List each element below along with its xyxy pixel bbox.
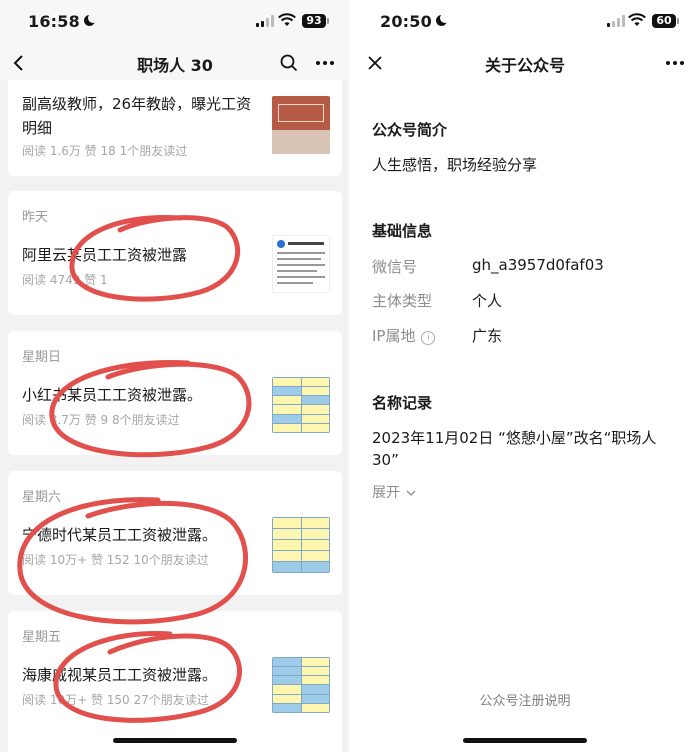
entity-type-label: 主体类型 bbox=[372, 292, 433, 310]
article-thumbnail bbox=[272, 377, 330, 433]
wifi-icon bbox=[628, 13, 646, 26]
moon-icon bbox=[435, 13, 450, 26]
day-label: 昨天 bbox=[22, 210, 49, 225]
nav-bar: 关于公众号 bbox=[350, 44, 700, 80]
day-label: 星期六 bbox=[22, 490, 62, 505]
article-title: 副高级教师，26年教龄，曝光工资明细 bbox=[22, 95, 252, 137]
article-card[interactable]: 星期五 海康威视某员工工资被泄露。 阅读 10万+ 赞 150 27个朋友读过 bbox=[8, 611, 342, 752]
article-meta: 阅读 10万+ 赞 150 27个朋友读过 bbox=[22, 693, 209, 707]
status-bar: 20:50 60 bbox=[350, 0, 700, 44]
moon-icon bbox=[83, 13, 98, 26]
signal-icon bbox=[607, 15, 625, 27]
info-icon[interactable]: i bbox=[421, 331, 436, 345]
page-title: 关于公众号 bbox=[484, 56, 565, 75]
name-history-heading: 名称记录 bbox=[372, 394, 433, 412]
expand-label: 展开 bbox=[372, 485, 400, 501]
article-thumbnail bbox=[272, 235, 330, 293]
article-meta: 阅读 10万+ 赞 152 10个朋友读过 bbox=[22, 553, 209, 567]
article-title: 宁德时代某员工工资被泄露。 bbox=[22, 526, 218, 544]
wechat-id-value: gh_a3957d0faf03 bbox=[472, 256, 604, 274]
wifi-icon bbox=[278, 13, 296, 26]
wechat-id-label: 微信号 bbox=[372, 258, 418, 276]
registration-info-link[interactable]: 公众号注册说明 bbox=[350, 690, 700, 709]
article-list-screen: 16:58 93 职场人 30 副高级教师，26年教龄，曝光工资明细 阅读 1.… bbox=[0, 0, 350, 752]
status-time: 16:58 bbox=[28, 12, 98, 31]
day-label: 星期日 bbox=[22, 350, 62, 365]
article-card[interactable]: 星期日 小红书某员工工资被泄露。 阅读 3.7万 赞 9 8个朋友读过 bbox=[8, 331, 342, 455]
name-history-record-cont: 30” bbox=[372, 451, 399, 469]
article-meta: 阅读 1.6万 赞 18 1个朋友读过 bbox=[22, 144, 188, 158]
expand-button[interactable]: 展开 bbox=[372, 482, 416, 502]
day-label: 星期五 bbox=[22, 630, 62, 645]
more-button[interactable] bbox=[312, 50, 338, 76]
more-icon bbox=[666, 61, 684, 65]
name-history-record: 2023年11月02日 “悠憩小屋”改名“职场人 bbox=[372, 429, 657, 447]
article-card[interactable]: 星期六 宁德时代某员工工资被泄露。 阅读 10万+ 赞 152 10个朋友读过 bbox=[8, 471, 342, 595]
basic-info-heading: 基础信息 bbox=[372, 222, 433, 240]
intro-heading: 公众号简介 bbox=[372, 121, 448, 139]
article-card[interactable]: 副高级教师，26年教龄，曝光工资明细 阅读 1.6万 赞 18 1个朋友读过 bbox=[8, 80, 342, 176]
ip-location-label: IP属地 i bbox=[372, 325, 436, 346]
article-title: 小红书某员工工资被泄露。 bbox=[22, 386, 203, 404]
article-thumbnail bbox=[272, 657, 330, 713]
about-account-screen: 20:50 60 关于公众号 公众号简介 人生感悟，职场经验分享 基础信息 微信… bbox=[350, 0, 700, 752]
article-thumbnail bbox=[272, 96, 330, 154]
more-icon bbox=[316, 61, 334, 65]
more-button[interactable] bbox=[662, 50, 688, 76]
ip-location-label-text: IP属地 bbox=[372, 327, 416, 345]
article-thumbnail bbox=[272, 517, 330, 573]
entity-type-value: 个人 bbox=[472, 292, 503, 310]
battery-indicator: 93 bbox=[302, 14, 329, 28]
intro-text: 人生感悟，职场经验分享 bbox=[372, 156, 538, 174]
article-meta: 阅读 3.7万 赞 9 8个朋友读过 bbox=[22, 413, 180, 427]
article-title: 海康威视某员工工资被泄露。 bbox=[22, 666, 218, 684]
ip-location-value: 广东 bbox=[472, 327, 503, 345]
status-bar: 16:58 93 bbox=[0, 0, 350, 44]
nav-bar: 职场人 30 bbox=[0, 44, 350, 80]
status-time: 20:50 bbox=[380, 12, 450, 31]
article-meta: 阅读 4749 赞 1 bbox=[22, 273, 108, 287]
article-title: 阿里云某员工工资被泄露 bbox=[22, 246, 188, 264]
article-card[interactable]: 昨天 阿里云某员工工资被泄露 阅读 4749 赞 1 bbox=[8, 191, 342, 315]
battery-indicator: 60 bbox=[652, 14, 679, 28]
home-indicator bbox=[463, 738, 587, 743]
search-icon bbox=[280, 54, 298, 72]
search-button[interactable] bbox=[276, 50, 302, 76]
chevron-down-icon bbox=[406, 490, 416, 496]
signal-icon bbox=[256, 15, 274, 27]
home-indicator bbox=[113, 738, 237, 743]
